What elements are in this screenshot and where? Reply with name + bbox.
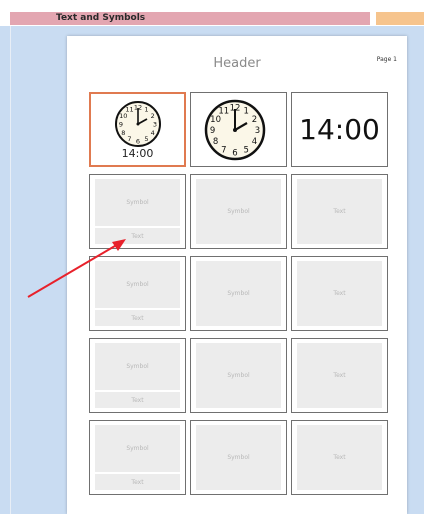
time-text: 14:00 <box>299 113 380 146</box>
grid-cell-symbol-text[interactable]: Symbol Text <box>89 420 186 495</box>
symbol-placeholder: Symbol <box>196 179 281 244</box>
clock-numeral: 4 <box>252 137 257 147</box>
clock-numeral: 3 <box>153 120 157 128</box>
text-placeholder: Text <box>95 474 180 490</box>
grid-cell-symbol[interactable]: Symbol <box>190 174 287 249</box>
clock-icon: 12 1234567891011 <box>115 101 161 147</box>
clock-numeral: 5 <box>243 145 248 155</box>
secondary-tab[interactable] <box>376 12 424 25</box>
clock-numeral: 7 <box>221 145 226 155</box>
clock-numeral: 8 <box>213 137 218 147</box>
symbol-placeholder: Symbol <box>196 261 281 326</box>
text-placeholder: Text <box>95 228 180 244</box>
clock-numeral: 9 <box>119 120 123 128</box>
text-and-symbols-tab[interactable]: Text and Symbols <box>10 12 370 25</box>
grid-cell-text[interactable]: Text <box>291 174 388 249</box>
text-placeholder: Text <box>297 179 382 244</box>
clock-numeral: 4 <box>151 129 155 137</box>
clock-numeral: 1 <box>243 107 248 117</box>
clock-time-label: 14:00 <box>121 147 154 160</box>
clock-icon: 12 1234567891011 <box>204 99 266 161</box>
symbol-placeholder: Symbol <box>196 425 281 490</box>
grid-cell-symbol-text[interactable]: Symbol Text <box>89 256 186 331</box>
clock-numeral: 6 <box>232 148 237 158</box>
tab-label: Text and Symbols <box>56 13 146 23</box>
symbol-placeholder: Symbol <box>196 343 281 408</box>
clock-numeral: 5 <box>144 135 148 143</box>
clock-numeral: 6 <box>136 137 140 145</box>
grid-cell-symbol-text[interactable]: Symbol Text <box>89 338 186 413</box>
grid-cell-text[interactable]: Text <box>291 338 388 413</box>
text-placeholder: Text <box>297 261 382 326</box>
text-placeholder: Text <box>95 392 180 408</box>
page-header[interactable]: Header <box>67 56 407 71</box>
clock-numeral: 1 <box>144 106 148 114</box>
page-number: Page 1 <box>376 56 397 63</box>
text-placeholder: Text <box>297 343 382 408</box>
clock-numeral: 9 <box>210 126 215 136</box>
symbol-placeholder: Symbol <box>95 343 180 390</box>
text-placeholder: Text <box>297 425 382 490</box>
grid-cell-clock-with-text[interactable]: 12 1 2 3 4 5 6 7 8 9 10 11 14:00 <box>89 92 186 167</box>
clock-numeral: 8 <box>121 129 125 137</box>
clock-numeral: 3 <box>255 126 260 136</box>
clock-numeral: 2 <box>151 112 155 120</box>
symbol-placeholder: Symbol <box>95 261 180 308</box>
grid-cell-symbol[interactable]: Symbol <box>190 256 287 331</box>
grid-cell-symbol-text[interactable]: Symbol Text <box>89 174 186 249</box>
left-divider <box>10 26 11 514</box>
symbol-placeholder: Symbol <box>95 179 180 226</box>
clock-numeral: 11 <box>218 107 229 117</box>
clock-numeral: 7 <box>127 135 131 143</box>
grid-cell-text[interactable]: Text <box>291 420 388 495</box>
symbol-placeholder: Symbol <box>95 425 180 472</box>
grid-cell-symbol[interactable]: Symbol <box>190 338 287 413</box>
grid-cell-symbol[interactable]: Symbol <box>190 420 287 495</box>
document-page: Header Page 1 12 1 2 3 4 5 6 7 8 9 10 11 14:00 12 1 2… <box>67 36 407 514</box>
grid-cell-clock[interactable]: 12 1 2 3 4 5 6 7 8 9 10 11 <box>190 92 287 167</box>
text-placeholder: Text <box>95 310 180 326</box>
clock-numeral: 2 <box>252 115 257 125</box>
grid-cell-text[interactable]: Text <box>291 256 388 331</box>
clock-numeral: 11 <box>125 106 133 114</box>
toolbar: Text and Symbols <box>0 0 424 26</box>
grid-cell-time-text[interactable]: 14:00 <box>291 92 388 167</box>
